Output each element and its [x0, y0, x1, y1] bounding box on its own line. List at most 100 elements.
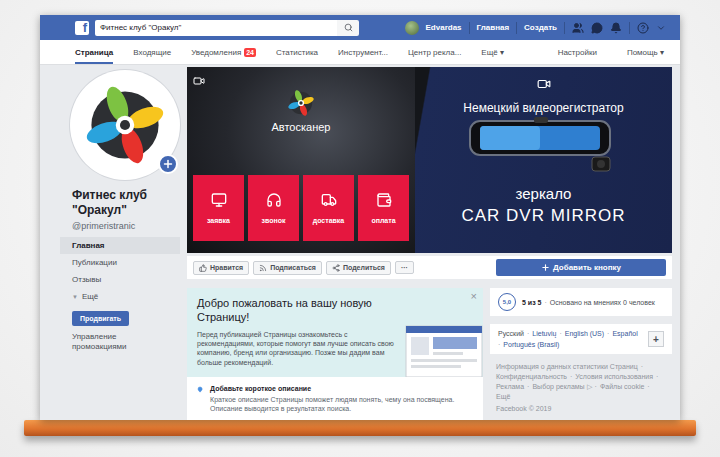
center-column: Автосканер заявказвонокдоставкаоплата Неме…	[187, 67, 672, 420]
tip-row[interactable]: Добавьте короткое описание Краткое описан…	[187, 377, 483, 420]
tile-icon	[211, 192, 227, 208]
tile-icon	[376, 192, 392, 208]
right-column: 5,05 из 5·Основано на мнениях 0 человек Р…	[490, 288, 672, 420]
language-link[interactable]: Español	[612, 329, 637, 338]
top-link[interactable]: Главная	[477, 23, 510, 32]
rating-card: 5,05 из 5·Основано на мнениях 0 человек	[490, 288, 672, 316]
separator: ·	[647, 382, 649, 392]
nav-tab[interactable]: Помощь ▾	[627, 40, 664, 64]
cover-tiles: заявказвонокдоставкаоплата	[193, 175, 409, 241]
welcome-text: Добро пожаловать на вашу новую Страницу!…	[197, 296, 397, 377]
separator: ·	[595, 382, 597, 392]
manage-promotions-link[interactable]: Управление промоакциями	[72, 332, 162, 353]
nav-tab[interactable]: Уведомления24	[191, 40, 256, 64]
sidebar-item[interactable]: Главная	[60, 237, 180, 254]
user-link[interactable]: Edvardas	[426, 23, 462, 32]
action-icon	[332, 264, 340, 272]
add-button[interactable]: Добавить кнопку	[496, 259, 666, 276]
user-avatar[interactable]	[405, 21, 419, 35]
language-link[interactable]: Português (Brasil)	[503, 340, 559, 349]
messenger-icon[interactable]	[591, 22, 603, 34]
welcome-title: Добро пожаловать на вашу новую Страницу!	[197, 296, 397, 325]
sidebar-item[interactable]: ▼Ещё	[60, 288, 180, 305]
footer-link[interactable]: Файлы cookie	[600, 382, 644, 392]
cover-product: зеркало	[516, 185, 572, 202]
footer-link[interactable]: Конфиденциальность	[496, 372, 567, 382]
nav-tab[interactable]: Ещё ▾	[481, 40, 504, 64]
plus-icon	[162, 158, 174, 170]
divider	[469, 22, 470, 34]
more-icon: ▼	[72, 294, 78, 300]
friends-icon[interactable]	[572, 22, 584, 34]
welcome-illustration	[405, 325, 483, 377]
search-button[interactable]	[337, 20, 359, 36]
footer-link[interactable]: Реклама	[496, 382, 524, 392]
profile-picture[interactable]	[70, 70, 180, 180]
add-language-button[interactable]: +	[648, 331, 664, 347]
divider	[629, 22, 630, 34]
nav-tab[interactable]: Настройки	[558, 40, 597, 64]
oracle-logo-icon	[83, 83, 167, 167]
tile-icon	[321, 192, 337, 208]
tip-pin-icon	[197, 385, 203, 394]
menu-caret-icon[interactable]	[656, 23, 666, 33]
page-nav: Страница Входящие Уведомления24 Статистика И…	[40, 40, 680, 65]
sidebar-item[interactable]: Отзывы	[60, 271, 180, 288]
sidebar-item[interactable]: Публикации	[60, 254, 180, 271]
tip-title: Добавьте короткое описание	[210, 385, 473, 392]
tip-text: Добавьте короткое описание Краткое описан…	[210, 385, 473, 414]
action-button[interactable]: Подписаться	[253, 261, 322, 275]
search-box: Фитнес клуб "Оракул"	[95, 20, 359, 36]
cover-model: CAR DVR MIRROR	[461, 206, 625, 226]
nav-tab[interactable]: Центр рекла...	[408, 40, 461, 64]
cover-headline: Немецкий видеорегистратор	[463, 101, 623, 115]
language-link[interactable]: Lietuvių	[532, 329, 556, 338]
tile-icon	[266, 192, 282, 208]
action-bar: Нравится Подписаться Поделиться ··· Добавить…	[187, 256, 672, 279]
promote-button[interactable]: Продвигать	[72, 311, 129, 326]
divider	[516, 22, 517, 34]
copyright: Facebook © 2019	[496, 404, 666, 414]
language-link[interactable]: English (US)	[565, 329, 604, 338]
search-field[interactable]: Фитнес клуб "Оракул"	[95, 20, 337, 36]
nav-tab[interactable]: Входящие	[133, 40, 171, 64]
footer-link[interactable]: Ещё	[496, 392, 510, 402]
more-button[interactable]: ···	[395, 261, 414, 274]
top-link[interactable]: Создать	[524, 23, 557, 32]
page-handle[interactable]: @primeristranic	[72, 221, 180, 231]
footer-link[interactable]: Условия использования	[575, 372, 653, 382]
mirror-icon	[464, 115, 624, 177]
facebook-logo[interactable]: f	[75, 21, 89, 35]
add-photo-button[interactable]	[158, 154, 178, 174]
footer-link[interactable]: Выбор рекламы ▷	[532, 382, 591, 392]
help-icon[interactable]	[637, 22, 649, 34]
separator: ·	[570, 372, 572, 382]
cover-image[interactable]: Автосканер заявказвонокдоставкаоплата Неме…	[187, 67, 672, 253]
cover-tile: доставка	[303, 175, 354, 241]
cover-brand: Автосканер	[193, 89, 409, 133]
brand-logo-icon	[287, 89, 315, 117]
plus-icon	[541, 263, 550, 272]
separator: ·	[527, 382, 529, 392]
action-button[interactable]: Нравится	[193, 261, 249, 275]
rating-text: 5 из 5·Основано на мнениях 0 человек	[522, 299, 655, 306]
language-link[interactable]: Русский	[498, 329, 524, 338]
tip-description: Краткое описание Страницы поможет людям …	[210, 395, 473, 414]
separator: ·	[498, 340, 500, 349]
close-button[interactable]: ×	[471, 290, 477, 302]
footer-link[interactable]: Информация о данных статистики Страниц	[496, 362, 638, 372]
action-button[interactable]: Поделиться	[326, 261, 391, 275]
page-body: Фитнес клуб "Оракул" @primeristranic Главн…	[40, 65, 680, 420]
welcome-banner: Добро пожаловать на вашу новую Страницу!…	[187, 288, 483, 377]
nav-tab[interactable]: Страница	[75, 40, 113, 64]
nav-tab[interactable]: Инструмент...	[338, 40, 388, 64]
page-name: Фитнес клуб "Оракул"	[72, 188, 172, 218]
browser-frame: f Фитнес клуб "Оракул" Edvardas Главная Созд…	[40, 15, 680, 420]
bell-icon[interactable]	[610, 22, 622, 34]
video-camera-icon	[537, 77, 551, 91]
nav-tab[interactable]: Статистика	[276, 40, 318, 64]
sidebar: ГлавнаяПубликацииОтзывы▼Ещё	[60, 237, 180, 305]
separator: ·	[527, 329, 529, 338]
cover-tile: заявка	[193, 175, 244, 241]
cover-tile: звонок	[248, 175, 299, 241]
